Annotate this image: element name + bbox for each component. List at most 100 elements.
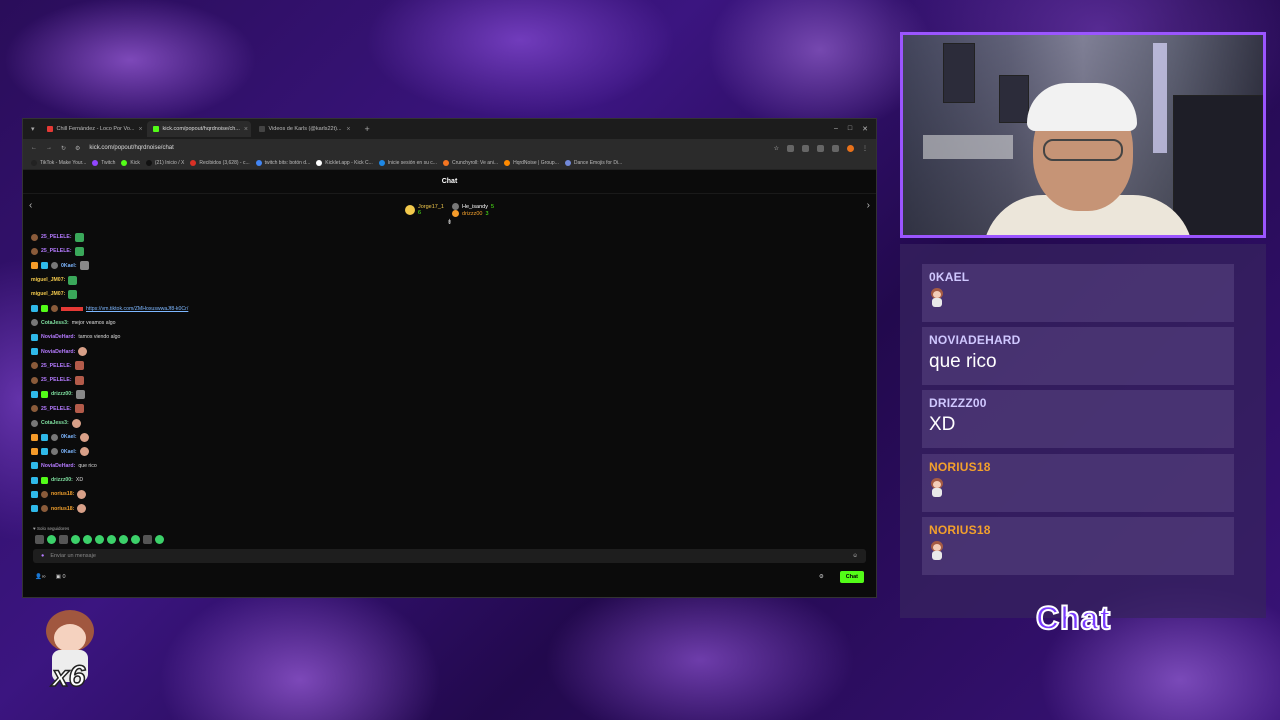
emote-icon[interactable]: [59, 535, 68, 544]
profile-icon[interactable]: [847, 144, 854, 152]
chat-message[interactable]: miguel_JM07:: [31, 287, 868, 301]
chat-message[interactable]: miguel_JM07:: [31, 273, 868, 287]
new-tab-button[interactable]: +: [359, 124, 376, 134]
bookmark-item[interactable]: Dance Emojis for Di...: [564, 160, 622, 166]
emote-icon[interactable]: [47, 535, 56, 544]
viewer-icon[interactable]: 👤∞: [35, 574, 46, 580]
tab-search-icon[interactable]: ▾: [27, 125, 39, 133]
chat-username[interactable]: CotaJess3:: [41, 320, 69, 326]
chat-message[interactable]: 25_PELELE:: [31, 373, 868, 387]
extension-icon[interactable]: [817, 144, 824, 152]
emoji-picker-icon[interactable]: ☺: [852, 553, 858, 559]
chat-message[interactable]: 25_PELELE:: [31, 402, 868, 416]
emote-icon[interactable]: [95, 535, 104, 544]
tab-1[interactable]: kick.com/popout/hqrdnoise/ch... ×: [146, 121, 251, 137]
star-icon[interactable]: ☆: [774, 145, 779, 152]
chevron-left-icon[interactable]: ‹: [29, 200, 32, 211]
site-info-icon[interactable]: ⚙: [75, 145, 80, 152]
chat-username[interactable]: CotaJess3:: [41, 420, 69, 426]
chat-username[interactable]: drizzz00:: [51, 477, 73, 483]
bookmark-item[interactable]: Twitch: [92, 160, 115, 166]
url-field[interactable]: kick.com/popout/hqrdnoise/chat: [89, 145, 764, 151]
chat-username[interactable]: 25_PELELE:: [41, 363, 72, 369]
back-icon[interactable]: ←: [31, 145, 37, 151]
chat-message[interactable]: 0Kael:: [31, 430, 868, 444]
bookmark-item[interactable]: twitch bits: botón d...: [255, 160, 310, 166]
emote-icon[interactable]: [155, 535, 164, 544]
chat-message[interactable]: 25_PELELE:: [31, 244, 868, 258]
chat-username[interactable]: 25_PELELE:: [41, 377, 72, 383]
tab-0[interactable]: Chill Fernández - Loco Por Vo... ×: [41, 121, 145, 137]
extension-icon[interactable]: [802, 144, 809, 152]
menu-icon[interactable]: ⋮: [862, 145, 868, 152]
tab-2[interactable]: Videos de Karls (@karls22t)... ×: [253, 121, 357, 137]
chat-username[interactable]: 0Kael:: [61, 263, 77, 269]
points-icon[interactable]: ▣ 0: [56, 574, 66, 580]
minimize-icon[interactable]: –: [834, 125, 838, 133]
chat-message[interactable]: norius18:: [31, 502, 868, 516]
maximize-icon[interactable]: □: [848, 125, 852, 133]
chat-message[interactable]: NoviaDeHard:: [31, 344, 868, 358]
bookmark-item[interactable]: Recibidos (3,628) - c...: [190, 160, 250, 166]
chat-username[interactable]: NoviaDeHard:: [41, 463, 75, 469]
chat-username[interactable]: norius18:: [51, 506, 74, 512]
chat-username[interactable]: NoviaDeHard:: [41, 349, 75, 355]
emote-icon[interactable]: [131, 535, 140, 544]
message-input[interactable]: ● Enviar un mensaje ☺: [33, 549, 866, 563]
emote-icon[interactable]: [35, 535, 44, 544]
emote-icon[interactable]: [71, 535, 80, 544]
extension-icon[interactable]: [787, 144, 794, 152]
close-tab-icon[interactable]: ×: [244, 126, 248, 133]
chat-username[interactable]: NoviaDeHard:: [41, 334, 75, 340]
chat-link[interactable]: https://vm.tiktok.com/ZMHoxuswwaJf8-k0Cr…: [86, 306, 188, 312]
chat-message[interactable]: https://vm.tiktok.com/ZMHoxuswwaJf8-k0Cr…: [31, 301, 868, 315]
chat-message[interactable]: 0Kael:: [31, 259, 868, 273]
chat-message[interactable]: NoviaDeHard: tamos viendo algo: [31, 330, 868, 344]
bookmark-item[interactable]: TikTok - Make Your...: [31, 160, 86, 166]
chat-message[interactable]: 25_PELELE:: [31, 230, 868, 244]
chat-message[interactable]: NoviaDeHard: que rico: [31, 459, 868, 473]
mic-icon[interactable]: ●: [41, 553, 44, 559]
chevron-right-icon[interactable]: ›: [867, 200, 870, 211]
chat-username[interactable]: 25_PELELE:: [41, 406, 72, 412]
close-tab-icon[interactable]: ×: [138, 126, 142, 133]
chat-message[interactable]: 0Kael:: [31, 444, 868, 458]
chat-username[interactable]: 25_PELELE:: [41, 248, 72, 254]
close-tab-icon[interactable]: ×: [346, 126, 350, 133]
chat-username[interactable]: 0Kael:: [61, 449, 77, 455]
chat-username[interactable]: miguel_JM07:: [31, 277, 65, 283]
bookmark-item[interactable]: Inicie sesión en su c...: [378, 160, 437, 166]
chat-username[interactable]: norius18:: [51, 491, 74, 497]
emote-icon[interactable]: [143, 535, 152, 544]
reload-icon[interactable]: ↻: [61, 145, 66, 152]
emote-icon[interactable]: [119, 535, 128, 544]
chat-username[interactable]: miguel_JM07:: [31, 291, 65, 297]
top-gifter-3[interactable]: drizzz00 3: [451, 210, 494, 217]
emote-icon[interactable]: [83, 535, 92, 544]
chat-message[interactable]: drizzz00:: [31, 387, 868, 401]
chat-username-redacted[interactable]: [61, 306, 83, 311]
chat-username[interactable]: 25_PELELE:: [41, 234, 72, 240]
scroll-down-icon[interactable]: ⇟: [447, 218, 453, 226]
top-gifter-2[interactable]: He_isandy 5: [451, 203, 494, 210]
chat-message[interactable]: drizzz00: XD: [31, 473, 868, 487]
bookmark-item[interactable]: Kicklet.app - Kick C...: [316, 160, 373, 166]
chat-message[interactable]: 25_PELELE:: [31, 359, 868, 373]
top-gifter-1[interactable]: Jorge17_1 6: [404, 204, 444, 216]
chat-username[interactable]: 0Kael:: [61, 434, 77, 440]
close-window-icon[interactable]: ✕: [862, 125, 868, 133]
bookmark-item[interactable]: (21) Inicio / X: [145, 160, 184, 166]
bookmark-item[interactable]: Kick: [121, 160, 140, 166]
extension-icon[interactable]: [832, 144, 839, 152]
emote-icon[interactable]: [107, 535, 116, 544]
bookmark-item[interactable]: Crunchyroll: Ve ani...: [442, 160, 498, 166]
forward-icon[interactable]: →: [46, 145, 52, 151]
chat-message[interactable]: norius18:: [31, 487, 868, 501]
chat-username[interactable]: drizzz00:: [51, 391, 73, 397]
emote-icon: [77, 504, 87, 514]
chat-message[interactable]: CotaJess3: mejor veamos algo: [31, 316, 868, 330]
send-chat-button[interactable]: Chat: [839, 571, 864, 583]
chat-message[interactable]: CotaJess3:: [31, 416, 868, 430]
bookmark-item[interactable]: HqrdNoise | Group...: [504, 160, 559, 166]
settings-icon[interactable]: ⚙: [819, 574, 824, 580]
